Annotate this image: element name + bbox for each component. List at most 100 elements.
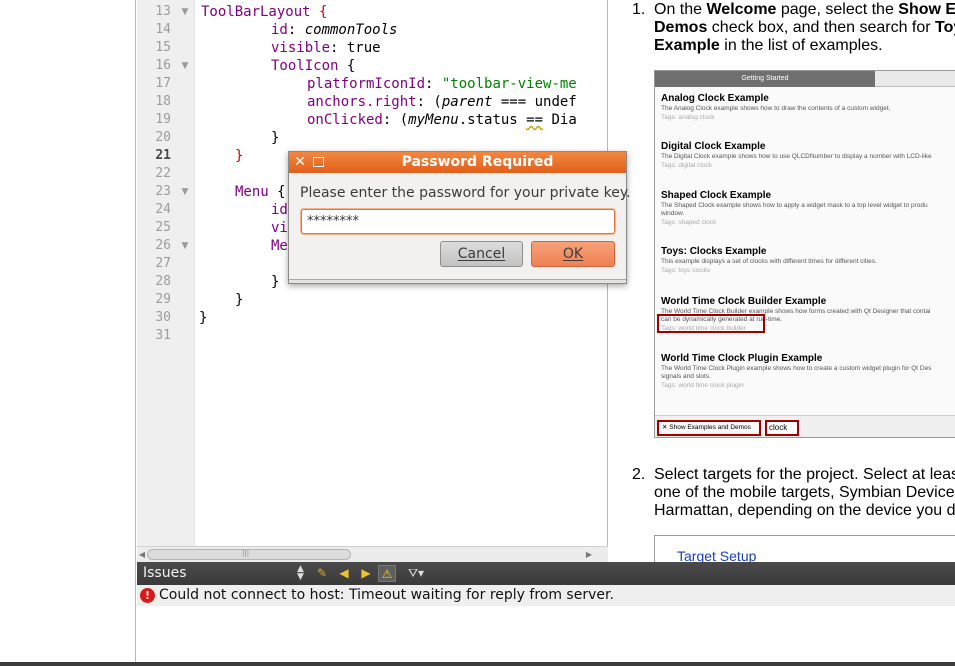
filter-icon[interactable]: ⛛▾ (405, 565, 427, 582)
warning-icon[interactable]: ⚠ (378, 565, 396, 582)
dialog-titlebar: ✕ Password Required (289, 152, 626, 173)
line-number: 29 (155, 292, 171, 307)
example-tags: Tags: digital clock (661, 162, 712, 169)
code-line-18: anchors.right: (parent === undef (307, 94, 577, 110)
example-tags: Tags: world time clock plugin (661, 382, 744, 389)
code-token: commonTools (304, 22, 398, 38)
example-title: Digital Clock Example (661, 141, 766, 152)
code-line-20: } (271, 130, 280, 146)
step2-line2: one of the mobile targets, Symbian Devic… (654, 484, 955, 501)
code-token: { (319, 4, 328, 20)
step-number: 2. (632, 466, 646, 483)
step2-line3: Harmattan, depending on the device you d (654, 502, 955, 519)
step2-line1: Select targets for the project. Select a… (654, 466, 955, 483)
code-token: { (277, 184, 286, 200)
example-title: Shaped Clock Example (661, 190, 772, 201)
example-item: Shaped Clock Example The Shaped Clock exa… (661, 190, 955, 227)
line-number: 22 (155, 166, 171, 181)
example-title: Analog Clock Example (661, 93, 769, 104)
line-number: 15 (155, 40, 171, 55)
text: check box, and then search for (707, 19, 936, 36)
close-icon[interactable]: ✕ (293, 154, 307, 170)
maximize-icon[interactable] (313, 157, 324, 167)
step1-line1: On the Welcome page, select the Show E (654, 1, 955, 19)
code-token: Menu (235, 184, 269, 200)
example-item: Toys: Clocks Example This example display… (661, 246, 955, 275)
show-examples-checkbox: ✕ Show Examples and Demos (657, 420, 761, 436)
code-line-21: } (235, 148, 244, 164)
code-line-16: ToolIcon { (271, 57, 355, 75)
scroll-left-arrow-icon[interactable]: ◀ (137, 549, 147, 560)
horizontal-scroll-thumb[interactable]: ||| (147, 549, 351, 560)
target-setup-link[interactable]: Target Setup (677, 548, 756, 562)
example-description: This example displays a set of clocks wi… (661, 258, 877, 265)
example-description: The Analog Clock example shows how to dr… (661, 105, 891, 112)
example-title: Toys: Clocks Example (661, 246, 767, 257)
code-token: ToolIcon (271, 58, 339, 74)
code-line-25: vi (271, 220, 288, 236)
line-number: 19 (155, 112, 171, 127)
step-number: 1. (632, 1, 646, 18)
editor-horizontal-scrollbar[interactable]: ◀ ||| ▶ (137, 546, 608, 562)
password-input[interactable]: ******** (301, 209, 615, 234)
fold-marker-icon[interactable]: ▼ (180, 57, 190, 75)
example-description: The World Time Clock Plugin example show… (661, 365, 932, 372)
example-tags: Tags: shaped clock (661, 219, 717, 226)
bottom-border (0, 662, 955, 666)
text: Toy (935, 19, 955, 36)
code-token: Dia (543, 112, 577, 128)
dialog-prompt: Please enter the password for your priva… (300, 185, 631, 201)
welcome-footer: ✕ Show Examples and Demos clock (655, 415, 955, 437)
step1-line2: Demos check box, and then search for Toy (654, 19, 955, 37)
step1-line3: Example in the list of examples. (654, 37, 883, 55)
text: Show E (898, 1, 955, 18)
pane-selector-arrows-icon[interactable]: ▲ ▼ (297, 565, 304, 582)
code-token: visible (271, 40, 331, 56)
line-number: 17 (155, 76, 171, 91)
line-number: 27 (155, 256, 171, 271)
cancel-button-label: Cancel (457, 246, 506, 262)
example-title: World Time Clock Builder Example (661, 296, 827, 307)
example-tags: Tags: analog clock (661, 114, 715, 121)
text: Welcome (706, 1, 777, 18)
ok-button-label: OK (562, 246, 584, 262)
text: On the (654, 1, 707, 18)
line-number: 30 (155, 310, 171, 325)
line-number: 16 (155, 58, 171, 73)
previous-item-icon[interactable]: ◀ (335, 565, 353, 582)
issues-toolbar: Issues ▲ ▼ ✎ ◀ ▶ ⚠ ⛛▾ (137, 562, 955, 585)
code-token: .status (458, 112, 527, 128)
code-token: parent (441, 94, 493, 110)
issue-row[interactable]: ! Could not connect to host: Timeout wai… (137, 585, 955, 606)
text: Example (654, 37, 720, 54)
example-title: World Time Clock Plugin Example (661, 353, 823, 364)
code-token: === undef (492, 94, 577, 110)
fold-marker-icon[interactable]: ▼ (180, 183, 190, 201)
left-blank-panel (0, 0, 136, 662)
issues-title: Issues (143, 565, 187, 581)
clear-issues-icon[interactable]: ✎ (313, 565, 331, 582)
fold-marker-icon[interactable]: ▼ (180, 3, 190, 21)
example-item: World Time Clock Plugin Example The World… (661, 353, 955, 390)
code-token: "toolbar-view-me (441, 76, 577, 92)
welcome-tab: Getting Started (655, 71, 875, 87)
welcome-page-screenshot: Getting Started Analog Clock Example The … (654, 70, 955, 438)
code-token: true (346, 40, 381, 56)
example-description: signals and slots. (661, 373, 711, 380)
scroll-grip-icon: ||| (242, 549, 250, 557)
example-tags: Tags: toys clocks (661, 267, 711, 274)
scroll-right-arrow-icon[interactable]: ▶ (584, 549, 594, 560)
cancel-button[interactable]: Cancel (440, 241, 523, 267)
line-number: 26 (155, 238, 171, 253)
code-line-15: visible: true (271, 40, 381, 56)
next-item-icon[interactable]: ▶ (357, 565, 375, 582)
example-description: window. (661, 210, 685, 217)
text: Demos (654, 19, 708, 36)
ok-button[interactable]: OK (531, 241, 615, 267)
code-line-26: Me (271, 238, 288, 254)
code-token: ToolBarLayout (201, 4, 311, 20)
fold-marker-icon[interactable]: ▼ (180, 237, 190, 255)
text: in the list of examples. (719, 37, 883, 54)
error-icon: ! (140, 588, 155, 603)
code-token: platformIconId (307, 76, 426, 92)
